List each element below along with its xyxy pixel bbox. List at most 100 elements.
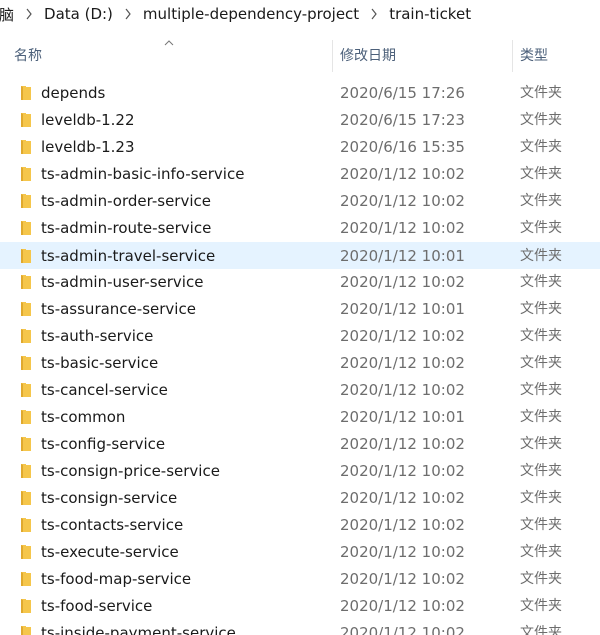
file-modified-date: 2020/1/12 10:02 [340,597,465,615]
file-modified-date: 2020/1/12 10:02 [340,219,465,237]
file-name[interactable]: ts-assurance-service [41,296,329,323]
folder-icon [18,571,34,587]
file-name[interactable]: ts-contacts-service [41,512,329,539]
file-row[interactable]: leveldb-1.22 2020/6/15 17:23 文件夹 [0,107,600,134]
file-row[interactable]: ts-inside-payment-service 2020/1/12 10:02… [0,620,600,635]
folder-icon [18,139,34,155]
file-name[interactable]: ts-admin-basic-info-service [41,161,329,188]
file-modified-date: 2020/1/12 10:02 [340,516,465,534]
file-type: 文件夹 [520,220,562,236]
column-header-date[interactable]: 修改日期 [332,36,512,74]
folder-icon [18,355,34,371]
file-row[interactable]: ts-auth-service 2020/1/12 10:02 文件夹 [0,323,600,350]
folder-icon [18,436,34,452]
folder-icon [18,382,34,398]
column-header-type-label: 类型 [520,48,548,64]
file-row[interactable]: ts-basic-service 2020/1/12 10:02 文件夹 [0,350,600,377]
file-row[interactable]: ts-common 2020/1/12 10:01 文件夹 [0,404,600,431]
file-row[interactable]: ts-food-map-service 2020/1/12 10:02 文件夹 [0,566,600,593]
file-name[interactable]: ts-admin-route-service [41,215,329,242]
file-name[interactable]: ts-config-service [41,431,329,458]
breadcrumb: 电脑 Data (D:) multiple-dependency-project… [0,0,600,28]
file-row[interactable]: ts-admin-route-service 2020/1/12 10:02 文件夹 [0,215,600,242]
file-row[interactable]: ts-consign-price-service 2020/1/12 10:02 文… [0,458,600,485]
file-type: 文件夹 [520,598,562,614]
file-modified-date: 2020/6/15 17:23 [340,111,465,129]
file-name[interactable]: ts-food-map-service [41,566,329,593]
file-modified-date: 2020/1/12 10:02 [340,273,465,291]
file-name[interactable]: ts-consign-service [41,485,329,512]
folder-icon [18,625,34,635]
file-name[interactable]: ts-cancel-service [41,377,329,404]
file-row[interactable]: ts-config-service 2020/1/12 10:02 文件夹 [0,431,600,458]
file-type: 文件夹 [520,355,562,371]
file-row[interactable]: ts-cancel-service 2020/1/12 10:02 文件夹 [0,377,600,404]
folder-icon [18,544,34,560]
file-modified-date: 2020/6/15 17:26 [340,84,465,102]
file-name[interactable]: ts-admin-travel-service [41,243,329,270]
file-name[interactable]: leveldb-1.22 [41,107,329,134]
file-name[interactable]: depends [41,80,329,107]
file-modified-date: 2020/1/12 10:02 [340,192,465,210]
file-row[interactable]: ts-admin-basic-info-service 2020/1/12 10:… [0,161,600,188]
file-name[interactable]: ts-food-service [41,593,329,620]
file-modified-date: 2020/1/12 10:02 [340,624,465,635]
file-name[interactable]: ts-inside-payment-service [41,620,329,635]
file-name[interactable]: ts-execute-service [41,539,329,566]
folder-icon [18,409,34,425]
folder-icon [18,598,34,614]
file-name[interactable]: ts-auth-service [41,323,329,350]
column-header-type[interactable]: 类型 [512,36,600,74]
file-type: 文件夹 [520,382,562,398]
file-row[interactable]: ts-admin-travel-service 2020/1/12 10:01 文件… [0,242,600,269]
file-row[interactable]: ts-consign-service 2020/1/12 10:02 文件夹 [0,485,600,512]
file-type: 文件夹 [520,544,562,560]
file-type: 文件夹 [520,166,562,182]
file-row[interactable]: ts-contacts-service 2020/1/12 10:02 文件夹 [0,512,600,539]
file-type: 文件夹 [520,463,562,479]
column-header-bar: 名称 修改日期 类型 [0,36,600,74]
file-name[interactable]: ts-consign-price-service [41,458,329,485]
breadcrumb-item-drive[interactable]: Data (D:) [42,5,115,23]
file-modified-date: 2020/1/12 10:02 [340,543,465,561]
file-name[interactable]: ts-common [41,404,329,431]
file-row[interactable]: ts-admin-order-service 2020/1/12 10:02 文件夹 [0,188,600,215]
file-modified-date: 2020/1/12 10:02 [340,489,465,507]
breadcrumb-chevron-icon[interactable] [361,8,387,20]
breadcrumb-item-project[interactable]: multiple-dependency-project [141,5,361,23]
file-name[interactable]: ts-admin-order-service [41,188,329,215]
folder-icon [18,301,34,317]
folder-icon [18,517,34,533]
breadcrumb-chevron-icon[interactable] [115,8,141,20]
file-name[interactable]: leveldb-1.23 [41,134,329,161]
file-type: 文件夹 [520,517,562,533]
file-explorer-window: 电脑 Data (D:) multiple-dependency-project… [0,0,600,635]
file-row[interactable]: leveldb-1.23 2020/6/16 15:35 文件夹 [0,134,600,161]
file-row[interactable]: ts-execute-service 2020/1/12 10:02 文件夹 [0,539,600,566]
breadcrumb-item-computer[interactable]: 电脑 [0,4,16,25]
file-type: 文件夹 [520,571,562,587]
file-name[interactable]: ts-admin-user-service [41,269,329,296]
folder-icon [18,193,34,209]
file-type: 文件夹 [520,625,562,635]
breadcrumb-chevron-icon[interactable] [16,8,42,20]
file-modified-date: 2020/1/12 10:01 [340,408,465,426]
file-row[interactable]: ts-admin-user-service 2020/1/12 10:02 文件夹 [0,269,600,296]
folder-icon [18,166,34,182]
file-modified-date: 2020/1/12 10:02 [340,354,465,372]
file-modified-date: 2020/1/12 10:02 [340,435,465,453]
file-type: 文件夹 [520,112,562,128]
breadcrumb-item-current-folder[interactable]: train-ticket [387,5,473,23]
file-type: 文件夹 [520,409,562,425]
file-row[interactable]: ts-food-service 2020/1/12 10:02 文件夹 [0,593,600,620]
file-list: depends 2020/6/15 17:26 文件夹 leveldb-1.22 202… [0,80,600,635]
file-name[interactable]: ts-basic-service [41,350,329,377]
file-row[interactable]: ts-assurance-service 2020/1/12 10:01 文件夹 [0,296,600,323]
file-row[interactable]: depends 2020/6/15 17:26 文件夹 [0,80,600,107]
file-modified-date: 2020/1/12 10:01 [340,300,465,318]
file-modified-date: 2020/1/12 10:02 [340,570,465,588]
file-modified-date: 2020/6/16 15:35 [340,138,465,156]
folder-icon [18,85,34,101]
column-header-date-label: 修改日期 [340,48,396,64]
file-type: 文件夹 [520,301,562,317]
